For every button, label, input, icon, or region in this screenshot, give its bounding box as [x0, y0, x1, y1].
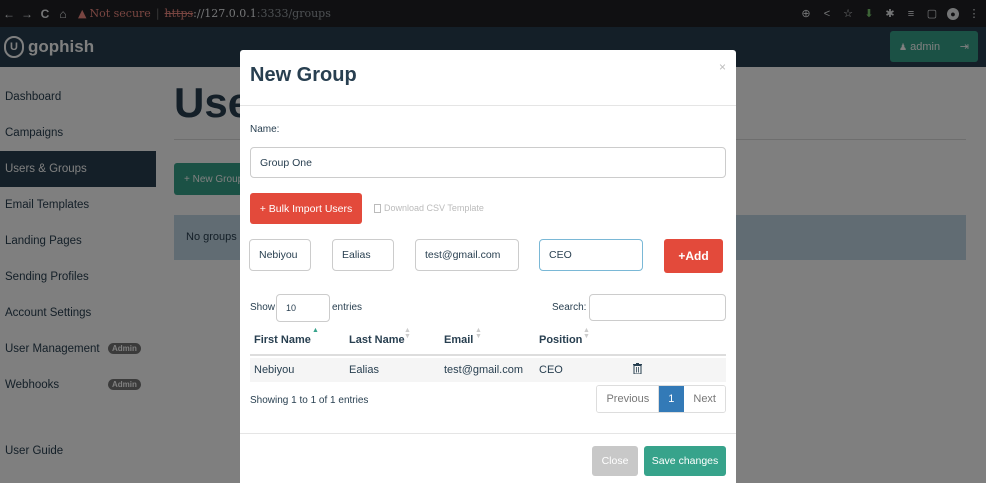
cell-position: CEO: [539, 364, 563, 376]
new-group-modal: New Group × Name: Group One + Bulk Impor…: [240, 50, 736, 483]
save-changes-button[interactable]: Save changes: [644, 446, 726, 476]
pagination-next[interactable]: Next: [684, 386, 725, 412]
sort-icon[interactable]: ▲ ▼: [583, 327, 590, 340]
entries-label: entries: [332, 302, 363, 313]
search-label: Search:: [552, 302, 587, 313]
sort-icon[interactable]: ▲ ▼: [475, 327, 482, 340]
cell-email: test@gmail.com: [444, 364, 524, 376]
pagination: Previous 1 Next: [596, 385, 726, 413]
email-value: test@gmail.com: [425, 249, 501, 261]
last-name-value: Ealias: [342, 249, 371, 261]
entries-per-page-value: 10: [286, 303, 297, 313]
close-button[interactable]: Close: [592, 446, 638, 476]
column-header-last-name[interactable]: Last Name: [349, 334, 405, 346]
entries-per-page-select[interactable]: 10: [276, 294, 330, 322]
table-search-input[interactable]: [589, 294, 726, 321]
position-value: CEO: [549, 249, 572, 261]
first-name-value: Nebiyou: [259, 249, 298, 261]
table-row: Nebiyou Ealias test@gmail.com CEO: [250, 358, 726, 382]
group-name-value: Group One: [260, 156, 312, 169]
pagination-previous[interactable]: Previous: [597, 386, 660, 412]
group-name-input[interactable]: Group One: [250, 147, 726, 178]
column-header-email[interactable]: Email: [444, 334, 473, 346]
modal-footer-divider: [240, 433, 736, 434]
pagination-page-1[interactable]: 1: [659, 386, 685, 412]
trash-icon[interactable]: [633, 363, 642, 374]
cell-first-name: Nebiyou: [254, 364, 295, 376]
modal-title: New Group: [250, 64, 357, 86]
name-label: Name:: [250, 124, 280, 135]
sort-asc-icon[interactable]: ▲: [312, 327, 319, 334]
table-header: First Name ▲ Last Name ▲ ▼ Email ▲ ▼ Posit…: [250, 327, 726, 356]
last-name-input[interactable]: Ealias: [332, 239, 394, 271]
first-name-input[interactable]: Nebiyou: [249, 239, 311, 271]
table-info: Showing 1 to 1 of 1 entries: [250, 395, 369, 406]
bulk-import-users-button[interactable]: + Bulk Import Users: [250, 193, 362, 224]
modal-header-divider: [240, 105, 736, 106]
email-input[interactable]: test@gmail.com: [415, 239, 519, 271]
cell-last-name: Ealias: [349, 364, 379, 376]
file-icon: [374, 203, 381, 213]
add-user-button[interactable]: +Add: [664, 239, 723, 273]
column-header-position[interactable]: Position: [539, 334, 582, 346]
download-csv-template-link[interactable]: Download CSV Template: [374, 203, 484, 213]
column-header-first-name[interactable]: First Name: [254, 334, 311, 346]
download-csv-label: Download CSV Template: [384, 203, 484, 213]
close-icon[interactable]: ×: [719, 60, 726, 74]
sort-icon[interactable]: ▲ ▼: [404, 327, 411, 340]
show-label: Show: [250, 302, 276, 313]
position-input[interactable]: CEO: [539, 239, 643, 271]
